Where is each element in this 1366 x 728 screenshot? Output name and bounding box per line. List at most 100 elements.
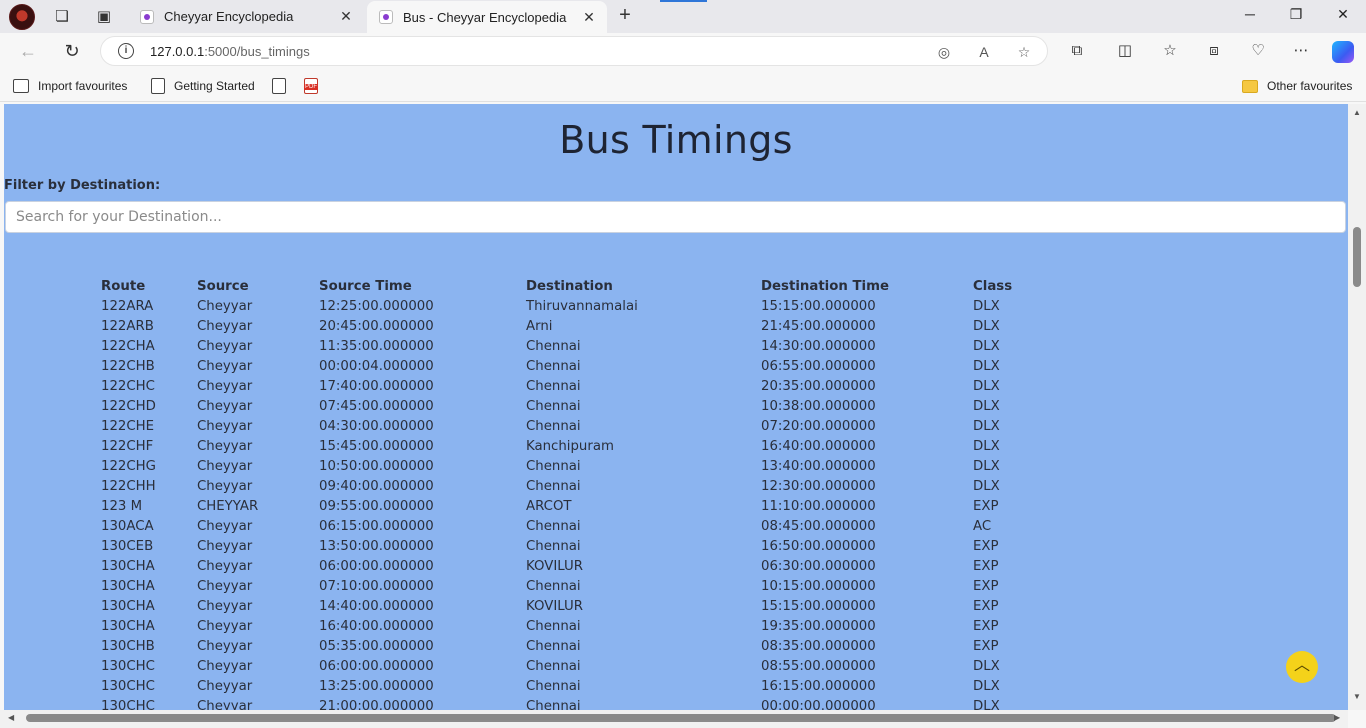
table-row: 130ACA Cheyyar 06:15:00.000000 Chennai 08:45… [101,516,1053,536]
fav-pdf[interactable] [304,77,327,95]
bus-timings-table: Route Source Source Time Destination Des… [101,276,1053,711]
cell-source: Cheyyar [197,378,253,394]
pdf-icon [304,78,318,94]
cell-destination-time: 07:20:00.000000 [761,418,876,434]
scroll-down-arrow-icon[interactable]: ▼ [1352,692,1362,701]
refresh-icon[interactable]: ↻ [61,40,83,62]
fav-other-favourites[interactable]: Other favourites [1242,77,1352,95]
scroll-right-arrow-icon[interactable]: ▶ [1334,713,1340,722]
collections-icon[interactable]: ⧈ [1204,41,1224,61]
scroll-left-arrow-icon[interactable]: ◀ [8,713,14,722]
tab-cheyyar-encyclopedia[interactable]: Cheyyar Encyclopedia ✕ [128,0,364,33]
cell-source: Cheyyar [197,418,253,434]
cell-destination: Chennai [526,458,581,474]
url-text[interactable]: 127.0.0.1:5000/bus_timings [150,44,310,59]
vertical-scroll-thumb[interactable] [1353,227,1361,287]
cell-route: 122CHG [101,458,156,474]
table-row: 130CHA Cheyyar 14:40:00.000000 KOVILUR 15:15… [101,596,1053,616]
cell-class: DLX [973,458,1000,474]
table-body: 122ARA Cheyyar 12:25:00.000000 Thiruvannama… [101,296,1053,711]
close-tab-icon[interactable]: ✕ [579,9,599,26]
cell-source-time: 07:10:00.000000 [319,578,434,594]
destination-search-input[interactable] [5,201,1346,233]
browser-tab-bar: ❏ ▣ Cheyyar Encyclopedia ✕ Bus - Cheyyar… [0,0,1366,33]
cell-source-time: 07:45:00.000000 [319,398,434,414]
cell-destination-time: 13:40:00.000000 [761,458,876,474]
profile-avatar[interactable] [9,4,35,30]
fav-label: Import favourites [38,79,128,93]
cell-source-time: 20:45:00.000000 [319,318,434,334]
cell-source-time: 06:15:00.000000 [319,518,434,534]
cell-destination-time: 19:35:00.000000 [761,618,876,634]
table-row: 122CHE Cheyyar 04:30:00.000000 Chennai 07:20… [101,416,1053,436]
cell-destination-time: 08:55:00.000000 [761,658,876,674]
favourites-bar: Import favourites Getting Started Other … [0,69,1366,102]
copilot-icon[interactable] [1332,41,1354,63]
cell-destination: Chennai [526,418,581,434]
browser-essentials-icon[interactable]: ♡ [1248,41,1268,61]
cell-route: 130CHC [101,678,155,694]
cell-source: CHEYYAR [197,498,259,514]
header-source: Source [197,278,249,294]
cell-destination: ARCOT [526,498,572,514]
cell-source-time: 04:30:00.000000 [319,418,434,434]
window-close-icon[interactable]: ✕ [1332,6,1354,26]
fav-import-favourites[interactable]: Import favourites [13,77,127,95]
split-screen-icon[interactable]: ◫ [1115,41,1135,61]
fav-getting-started[interactable]: Getting Started [151,77,255,95]
cell-class: EXP [973,618,999,634]
restore-icon[interactable]: ❐ [1285,6,1307,26]
close-tab-icon[interactable]: ✕ [336,8,356,25]
cell-destination-time: 14:30:00.000000 [761,338,876,354]
site-info-icon[interactable]: i [118,43,134,59]
table-row: 130CHC Cheyyar 13:25:00.000000 Chennai 16:15… [101,676,1053,696]
address-bar[interactable]: i 127.0.0.1:5000/bus_timings ◎ A ☆ [100,36,1048,66]
fav-label: Other favourites [1267,79,1353,93]
cell-route: 130CHB [101,638,155,654]
cell-destination-time: 15:15:00.000000 [761,598,876,614]
minimize-icon[interactable]: ─ [1239,6,1261,26]
extensions-icon[interactable]: ⧉ [1067,41,1087,61]
cell-class: DLX [973,298,1000,314]
table-row: 122CHB Cheyyar 00:00:04.000000 Chennai 06:55… [101,356,1053,376]
cell-source: Cheyyar [197,558,253,574]
cell-destination: Kanchipuram [526,438,614,454]
cell-route: 122ARA [101,298,154,314]
tab-title: Bus - Cheyyar Encyclopedia [403,9,567,25]
horizontal-scroll-thumb[interactable] [26,714,1336,722]
fav-page[interactable] [272,77,295,95]
cell-destination: Chennai [526,478,581,494]
page-icon [272,78,286,94]
header-class: Class [973,278,1013,294]
back-to-top-button[interactable]: ︿ [1286,651,1318,683]
cell-class: EXP [973,538,999,554]
cell-source-time: 12:25:00.000000 [319,298,434,314]
more-menu-icon[interactable]: ⋯ [1291,41,1311,61]
cell-source-time: 00:00:04.000000 [319,358,434,374]
cell-destination: Chennai [526,578,581,594]
cell-route: 123 M [101,498,143,514]
cell-source: Cheyyar [197,578,253,594]
back-arrow-icon[interactable]: ← [17,40,39,62]
tab-actions-icon[interactable]: ▣ [95,8,113,26]
favourite-star-icon[interactable]: ☆ [1015,43,1033,61]
table-row: 122CHA Cheyyar 11:35:00.000000 Chennai 14:30… [101,336,1053,356]
new-tab-icon[interactable]: + [614,5,636,27]
cell-destination: Chennai [526,638,581,654]
cell-destination: Chennai [526,698,581,711]
favourites-icon[interactable]: ☆ [1160,41,1180,61]
tab-bus-cheyyar-encyclopedia[interactable]: Bus - Cheyyar Encyclopedia ✕ [367,1,607,33]
location-icon[interactable]: ◎ [935,43,953,61]
cell-destination: Chennai [526,398,581,414]
cell-source: Cheyyar [197,358,253,374]
cell-destination: Chennai [526,518,581,534]
scroll-up-arrow-icon[interactable]: ▲ [1352,108,1362,117]
cell-route: 130CHA [101,618,155,634]
vertical-scrollbar[interactable]: ▲ ▼ [1348,104,1366,710]
read-aloud-icon[interactable]: A [975,43,993,61]
tab-strip-accent [660,0,707,2]
workspaces-icon[interactable]: ❏ [53,8,71,26]
page-icon [151,78,165,94]
horizontal-scrollbar[interactable]: ◀ ▶ [0,710,1348,728]
cell-source: Cheyyar [197,678,253,694]
